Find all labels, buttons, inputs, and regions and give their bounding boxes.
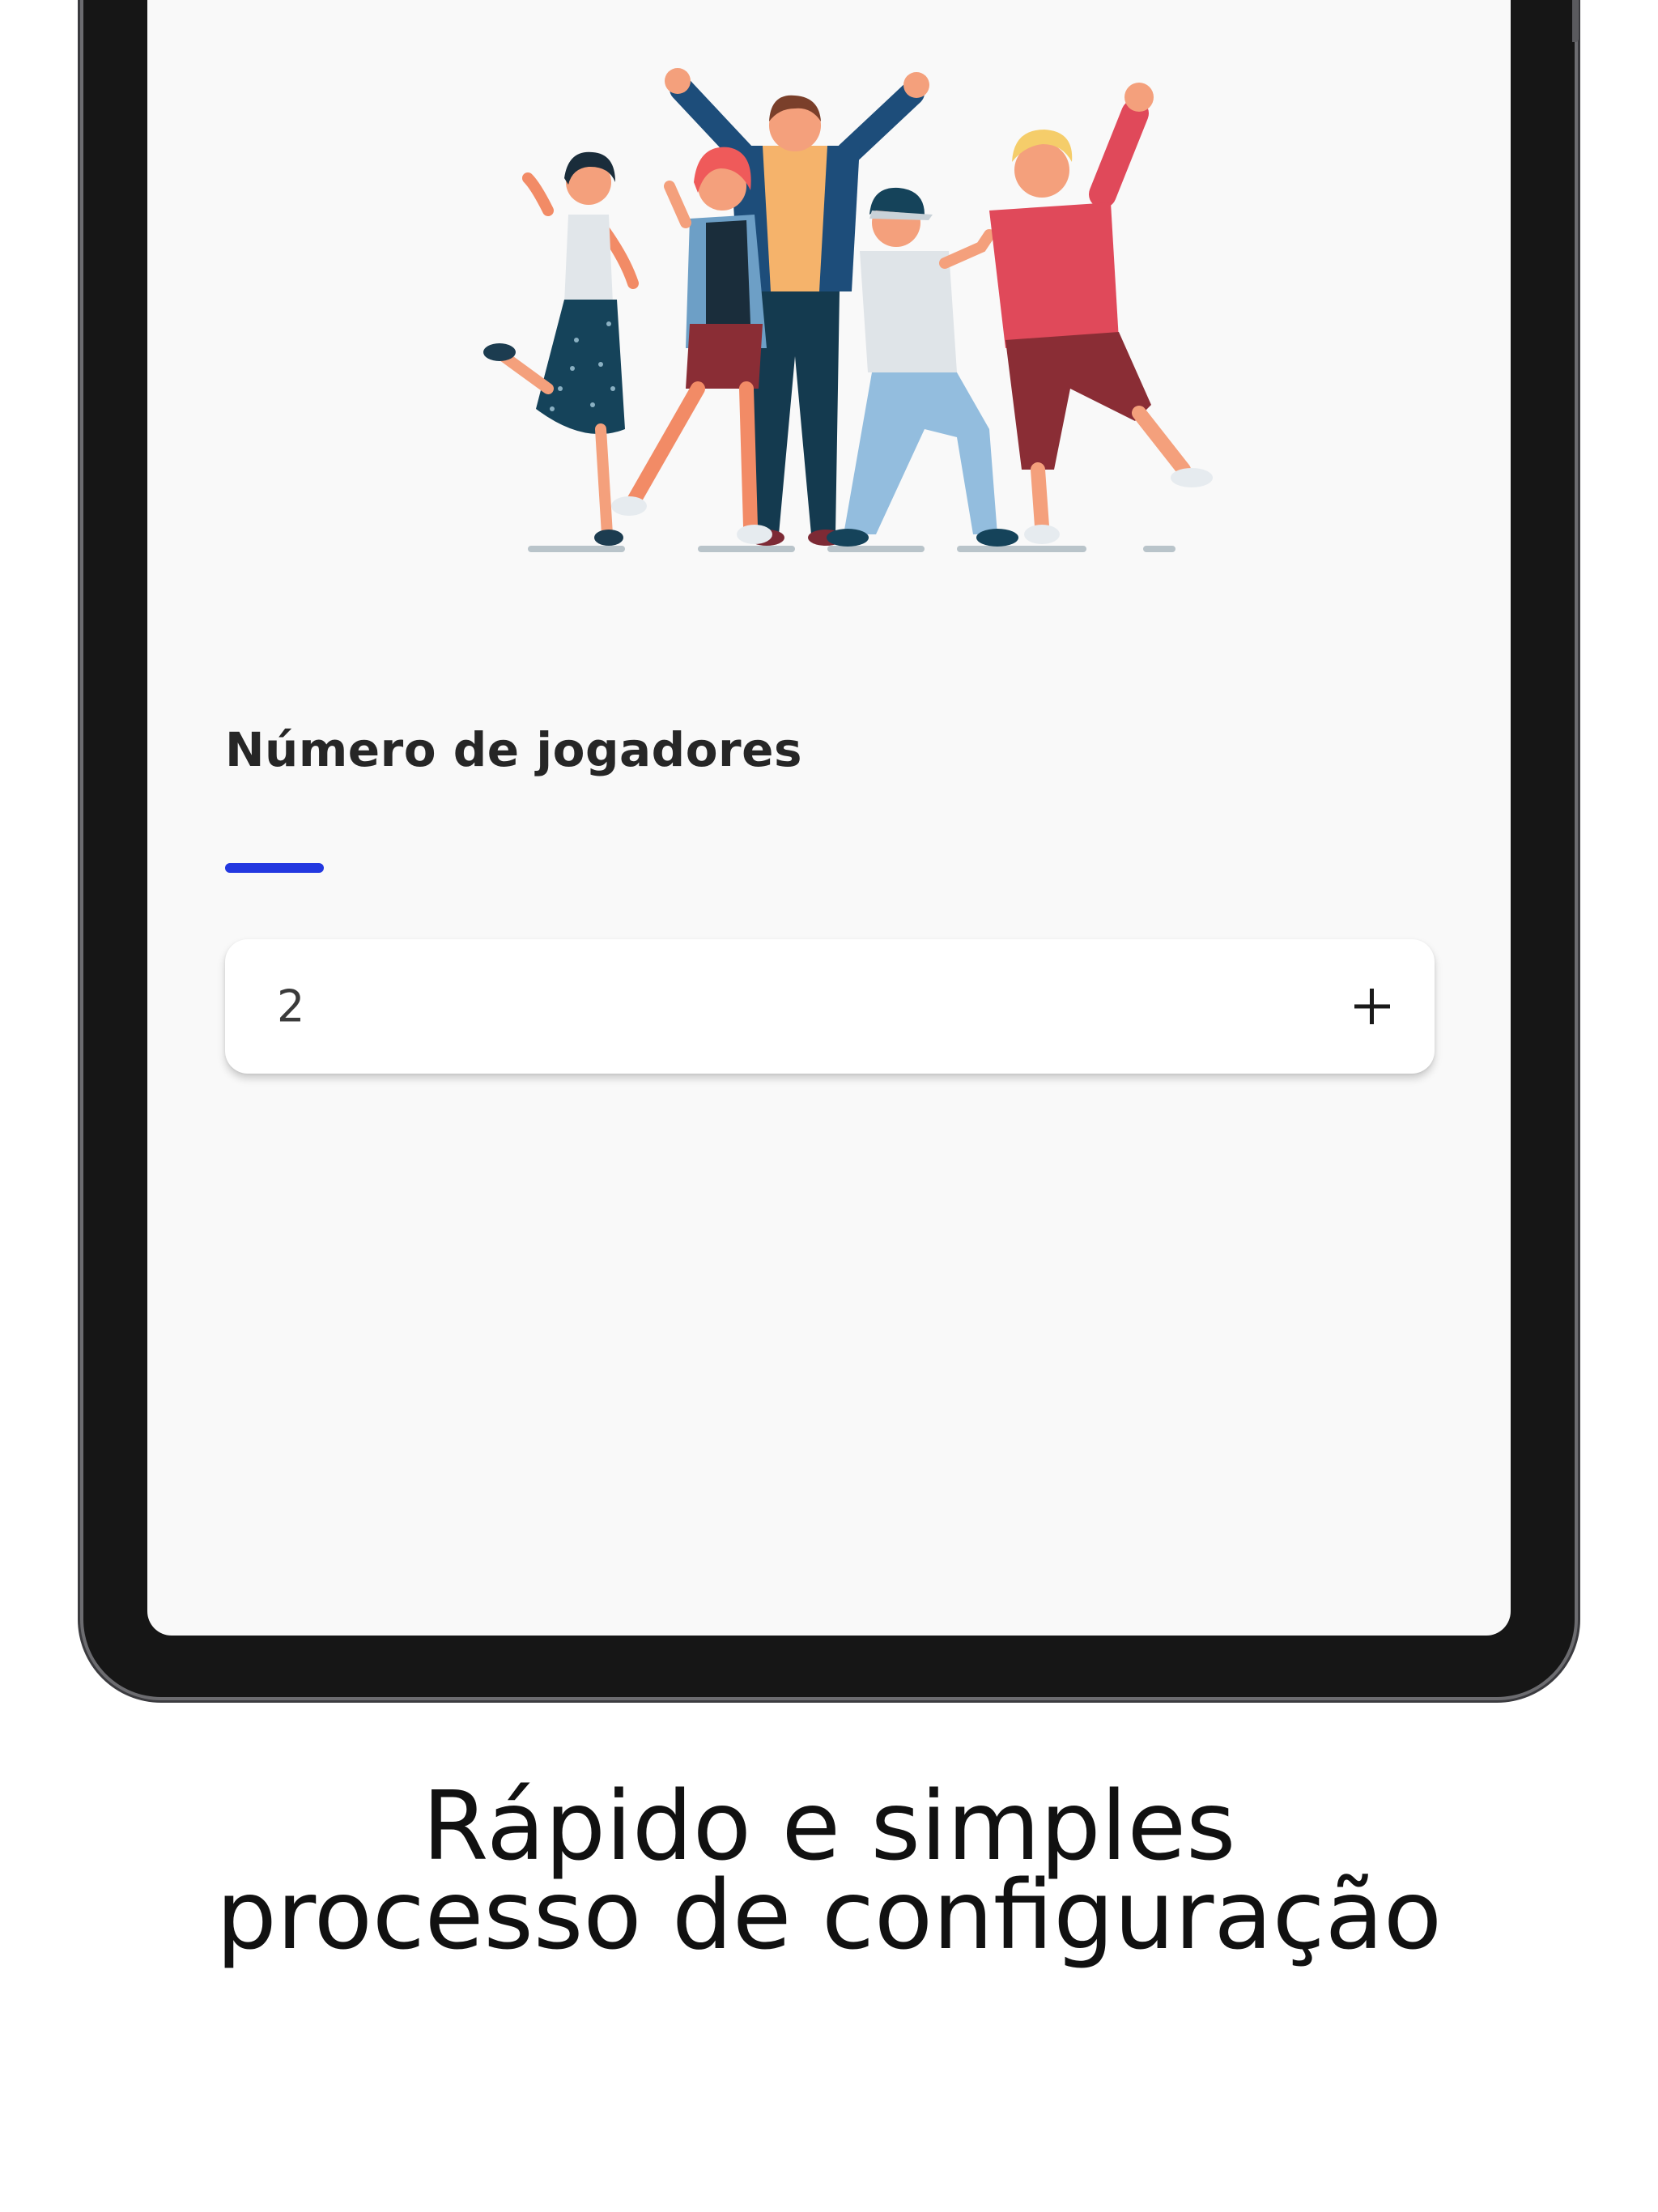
promo-screenshot: Número de jogadores 2 Rápido e simples p… xyxy=(0,0,1658,2212)
increment-button[interactable] xyxy=(1336,970,1409,1043)
plus-icon xyxy=(1354,989,1390,1024)
app-screen: Número de jogadores 2 xyxy=(147,0,1511,1636)
person-1 xyxy=(483,151,639,546)
caption-line-2: processo de configuração xyxy=(215,1859,1443,1971)
person-4 xyxy=(827,187,1018,547)
players-count-title: Número de jogadores xyxy=(225,722,803,777)
friends-illustration xyxy=(483,68,1213,552)
title-accent-underline xyxy=(225,863,324,873)
players-count-stepper[interactable]: 2 xyxy=(225,939,1435,1074)
person-5 xyxy=(989,83,1213,544)
players-count-value: 2 xyxy=(277,981,305,1032)
tablet-frame-inner: Número de jogadores 2 xyxy=(83,0,1575,1697)
